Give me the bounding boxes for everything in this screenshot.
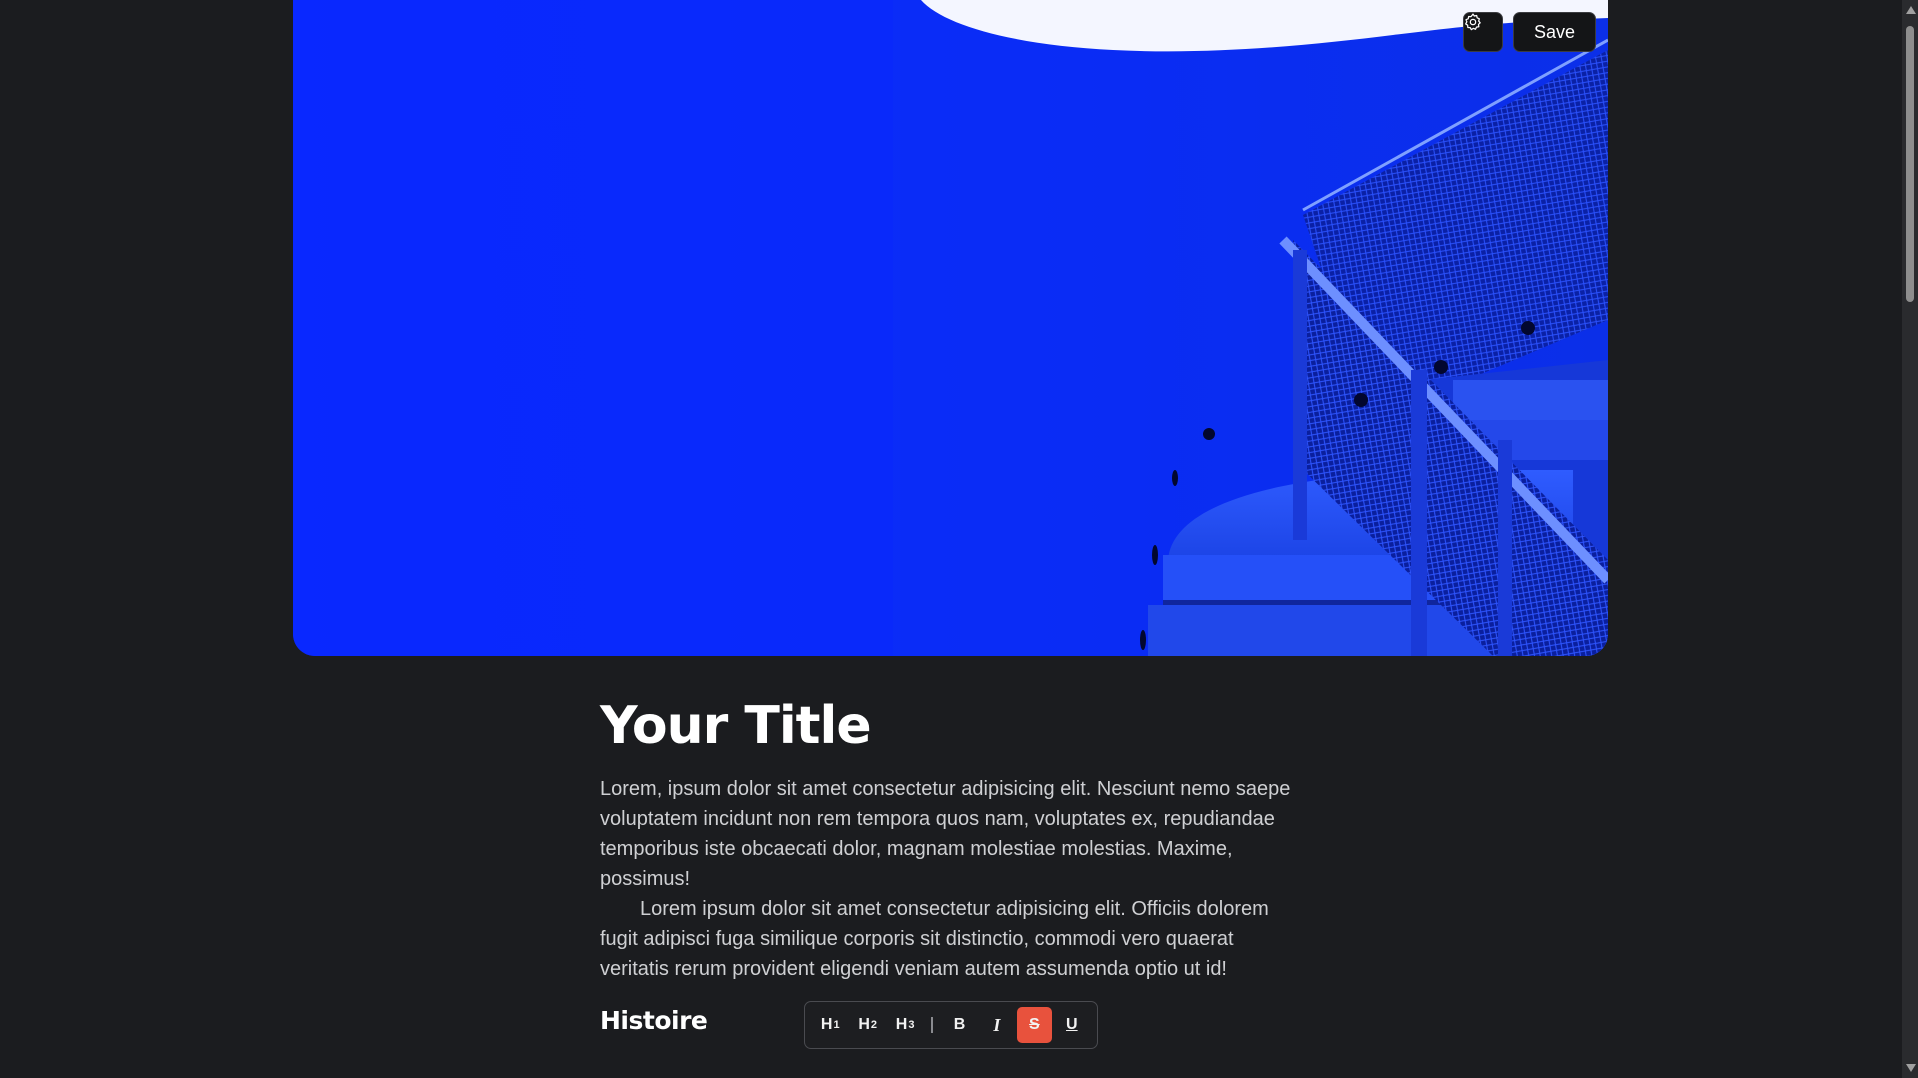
toolbar-separator [931,1017,934,1033]
heading-2-button[interactable]: H2 [850,1007,884,1043]
heading-2-sub: 2 [870,1019,877,1031]
save-button[interactable]: Save [1512,12,1596,52]
bold-button[interactable]: B [942,1007,976,1043]
editor-viewport: Save Your Title Lorem, ipsum dolor sit a… [0,0,1918,1078]
heading-1-sub: 1 [833,1019,840,1031]
hero-actions: Save [1462,12,1596,52]
strikethrough-button[interactable]: S [1017,1007,1052,1043]
cover-image: Save [293,0,1608,656]
page-title[interactable]: Your Title [600,690,1300,762]
paragraph[interactable]: Lorem, ipsum dolor sit amet consectetur … [600,774,1300,894]
scroll-up-arrow[interactable] [1906,6,1916,14]
gear-icon [1465,13,1481,31]
scroll-thumb[interactable] [1906,26,1914,302]
format-toolbar: H1 H2 H3 B I S U [804,1001,1098,1049]
heading-1-label: H [820,1016,833,1033]
heading-3-button[interactable]: H3 [888,1007,922,1043]
heading-2-label: H [858,1016,870,1033]
paragraph[interactable]: Lorem ipsum dolor sit amet consectetur a… [600,894,1300,984]
heading-3-label: H [895,1016,908,1033]
scroll-down-arrow[interactable] [1906,1064,1916,1072]
settings-button[interactable] [1462,12,1503,52]
heading-3-sub: 3 [908,1019,915,1031]
blue-staircase-photo [293,0,1608,656]
heading-1-button[interactable]: H1 [813,1007,847,1043]
underline-button[interactable]: U [1055,1007,1089,1043]
article-content: Your Title Lorem, ipsum dolor sit amet c… [600,690,1300,1035]
vertical-scrollbar[interactable] [1902,0,1918,1078]
italic-button[interactable]: I [980,1007,1014,1043]
